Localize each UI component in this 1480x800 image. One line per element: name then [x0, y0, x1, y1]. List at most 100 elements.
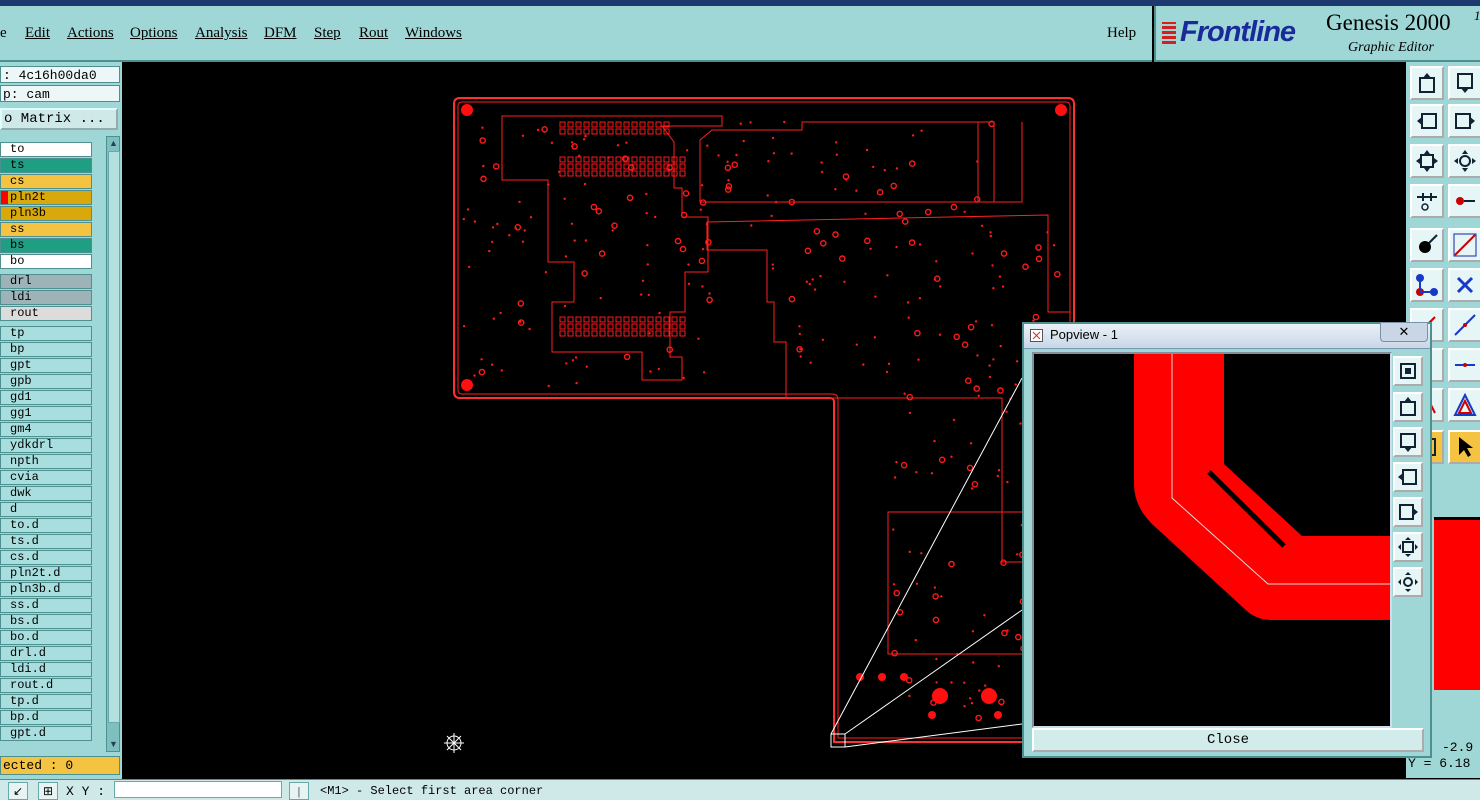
page-down-icon[interactable] — [1448, 66, 1480, 100]
menu-edit[interactable]: Edit — [25, 25, 50, 42]
draw-line-icon[interactable] — [1448, 228, 1480, 262]
popview-zoom-out-icon[interactable] — [1393, 567, 1423, 597]
popview-close-button[interactable]: Close — [1032, 728, 1424, 752]
layer-row-bs[interactable]: bs — [0, 238, 92, 253]
pad-outline — [639, 121, 646, 128]
layer-row-dwk[interactable]: dwk — [0, 486, 92, 501]
layer-row-drl[interactable]: drl — [0, 274, 92, 289]
layer-row-pln3b[interactable]: pln3b — [0, 206, 92, 221]
layer-row-rout-d[interactable]: rout.d — [0, 678, 92, 693]
layer-panel: : 4c16h00da0 p: cam o Matrix ... to ts cs p… — [0, 62, 122, 779]
menu-windows[interactable]: Windows — [405, 25, 462, 42]
popview-canvas[interactable] — [1032, 352, 1392, 728]
undo-icon[interactable]: ↙ — [8, 782, 28, 800]
layer-row-pln3b-d[interactable]: pln3b.d — [0, 582, 92, 597]
delete-cross-icon[interactable] — [1448, 268, 1480, 302]
layer-row-pln2t-d[interactable]: pln2t.d — [0, 566, 92, 581]
measure-icon[interactable] — [1410, 184, 1444, 218]
via — [473, 220, 477, 223]
layer-row-gpb[interactable]: gpb — [0, 374, 92, 389]
layer-row-pln2t[interactable]: pln2t — [0, 190, 92, 205]
popview-titlebar[interactable]: Popview - 1 ✕ — [1024, 322, 1430, 349]
layer-row-d[interactable]: d — [0, 502, 92, 517]
pad-outline — [559, 316, 566, 323]
triangle-icon[interactable] — [1448, 388, 1480, 422]
layer-row-ydkdrl[interactable]: ydkdrl — [0, 438, 92, 453]
layer-row-ss-d[interactable]: ss.d — [0, 598, 92, 613]
pointer-icon[interactable] — [1448, 430, 1480, 464]
layer-row-cs-d[interactable]: cs.d — [0, 550, 92, 565]
popview-zoom-in-icon[interactable] — [1393, 532, 1423, 562]
via — [705, 223, 709, 226]
scroll-thumb[interactable] — [108, 151, 120, 723]
layer-row-rout[interactable]: rout — [0, 306, 92, 321]
page-right-icon[interactable] — [1448, 104, 1480, 138]
slope-icon[interactable] — [1448, 308, 1480, 342]
via — [564, 255, 568, 258]
page-left-icon[interactable] — [1410, 104, 1444, 138]
via — [626, 194, 634, 202]
via — [648, 332, 651, 335]
layer-row-tp[interactable]: tp — [0, 326, 92, 341]
toggle-icon[interactable]: | — [289, 782, 309, 800]
menu-rout[interactable]: Rout — [359, 25, 388, 42]
layer-row-ldi[interactable]: ldi — [0, 290, 92, 305]
menu-dfm[interactable]: DFM — [264, 25, 297, 42]
layer-row-cs[interactable]: cs — [0, 174, 92, 189]
scroll-down-icon[interactable]: ▼ — [108, 739, 119, 750]
layer-row-cvia[interactable]: cvia — [0, 470, 92, 485]
layer-row-gg1[interactable]: gg1 — [0, 406, 92, 421]
layer-row-gpt-d[interactable]: gpt.d — [0, 726, 92, 741]
layer-row-ts[interactable]: ts — [0, 158, 92, 173]
matrix-button[interactable]: o Matrix ... — [0, 108, 118, 130]
menu-options[interactable]: Options — [130, 25, 178, 42]
layer-row-ldi-d[interactable]: ldi.d — [0, 662, 92, 677]
layer-row-to[interactable]: to — [0, 142, 92, 157]
layer-scrollbar[interactable]: ▲ ▼ — [106, 136, 120, 752]
scroll-up-icon[interactable]: ▲ — [108, 138, 119, 149]
xy-input[interactable] — [114, 781, 282, 798]
layer-row-bs-d[interactable]: bs.d — [0, 614, 92, 629]
menu-analysis[interactable]: Analysis — [195, 25, 248, 42]
layer-row-bp[interactable]: bp — [0, 342, 92, 357]
pad-outline — [583, 121, 590, 128]
via — [843, 280, 846, 283]
menu-help[interactable]: Help — [1107, 25, 1136, 42]
selected-count: ected : 0 — [0, 756, 120, 775]
layer-name: bp — [10, 342, 25, 356]
page-up-icon[interactable] — [1410, 66, 1444, 100]
net-connect-icon[interactable] — [1410, 268, 1444, 302]
popview-fit-icon[interactable] — [1393, 356, 1423, 386]
menu-step[interactable]: Step — [314, 25, 341, 42]
zoom-fit-icon[interactable] — [1448, 144, 1480, 178]
layer-row-gd1[interactable]: gd1 — [0, 390, 92, 405]
layer-row-gm4[interactable]: gm4 — [0, 422, 92, 437]
select-pad-icon[interactable] — [1410, 228, 1444, 262]
grid-icon[interactable]: ⊞ — [38, 782, 58, 800]
pad-outline — [647, 170, 654, 177]
pad-outline — [591, 330, 598, 337]
pad — [900, 673, 908, 681]
menu-file[interactable]: e — [0, 25, 7, 42]
snap-icon[interactable] — [1448, 184, 1480, 218]
horizontal-line-icon[interactable] — [1448, 348, 1480, 382]
layer-row-drl-d[interactable]: drl.d — [0, 646, 92, 661]
layer-row-to-d[interactable]: to.d — [0, 518, 92, 533]
layer-row-tp-d[interactable]: tp.d — [0, 694, 92, 709]
menu-actions[interactable]: Actions — [67, 25, 114, 42]
layer-row-bo[interactable]: bo — [0, 254, 92, 269]
popview-page-up-icon[interactable] — [1393, 392, 1423, 422]
close-icon[interactable]: ✕ — [1380, 322, 1428, 342]
layer-row-bo-d[interactable]: bo.d — [0, 630, 92, 645]
layer-row-ts-d[interactable]: ts.d — [0, 534, 92, 549]
layer-row-ss[interactable]: ss — [0, 222, 92, 237]
layer-row-npth[interactable]: npth — [0, 454, 92, 469]
layer-row-gpt[interactable]: gpt — [0, 358, 92, 373]
popview-page-left-icon[interactable] — [1393, 462, 1423, 492]
via — [948, 560, 955, 568]
layer-row-bp-d[interactable]: bp.d — [0, 710, 92, 725]
via — [480, 175, 487, 183]
zoom-home-icon[interactable] — [1410, 144, 1444, 178]
popview-page-right-icon[interactable] — [1393, 497, 1423, 527]
popview-page-down-icon[interactable] — [1393, 427, 1423, 457]
